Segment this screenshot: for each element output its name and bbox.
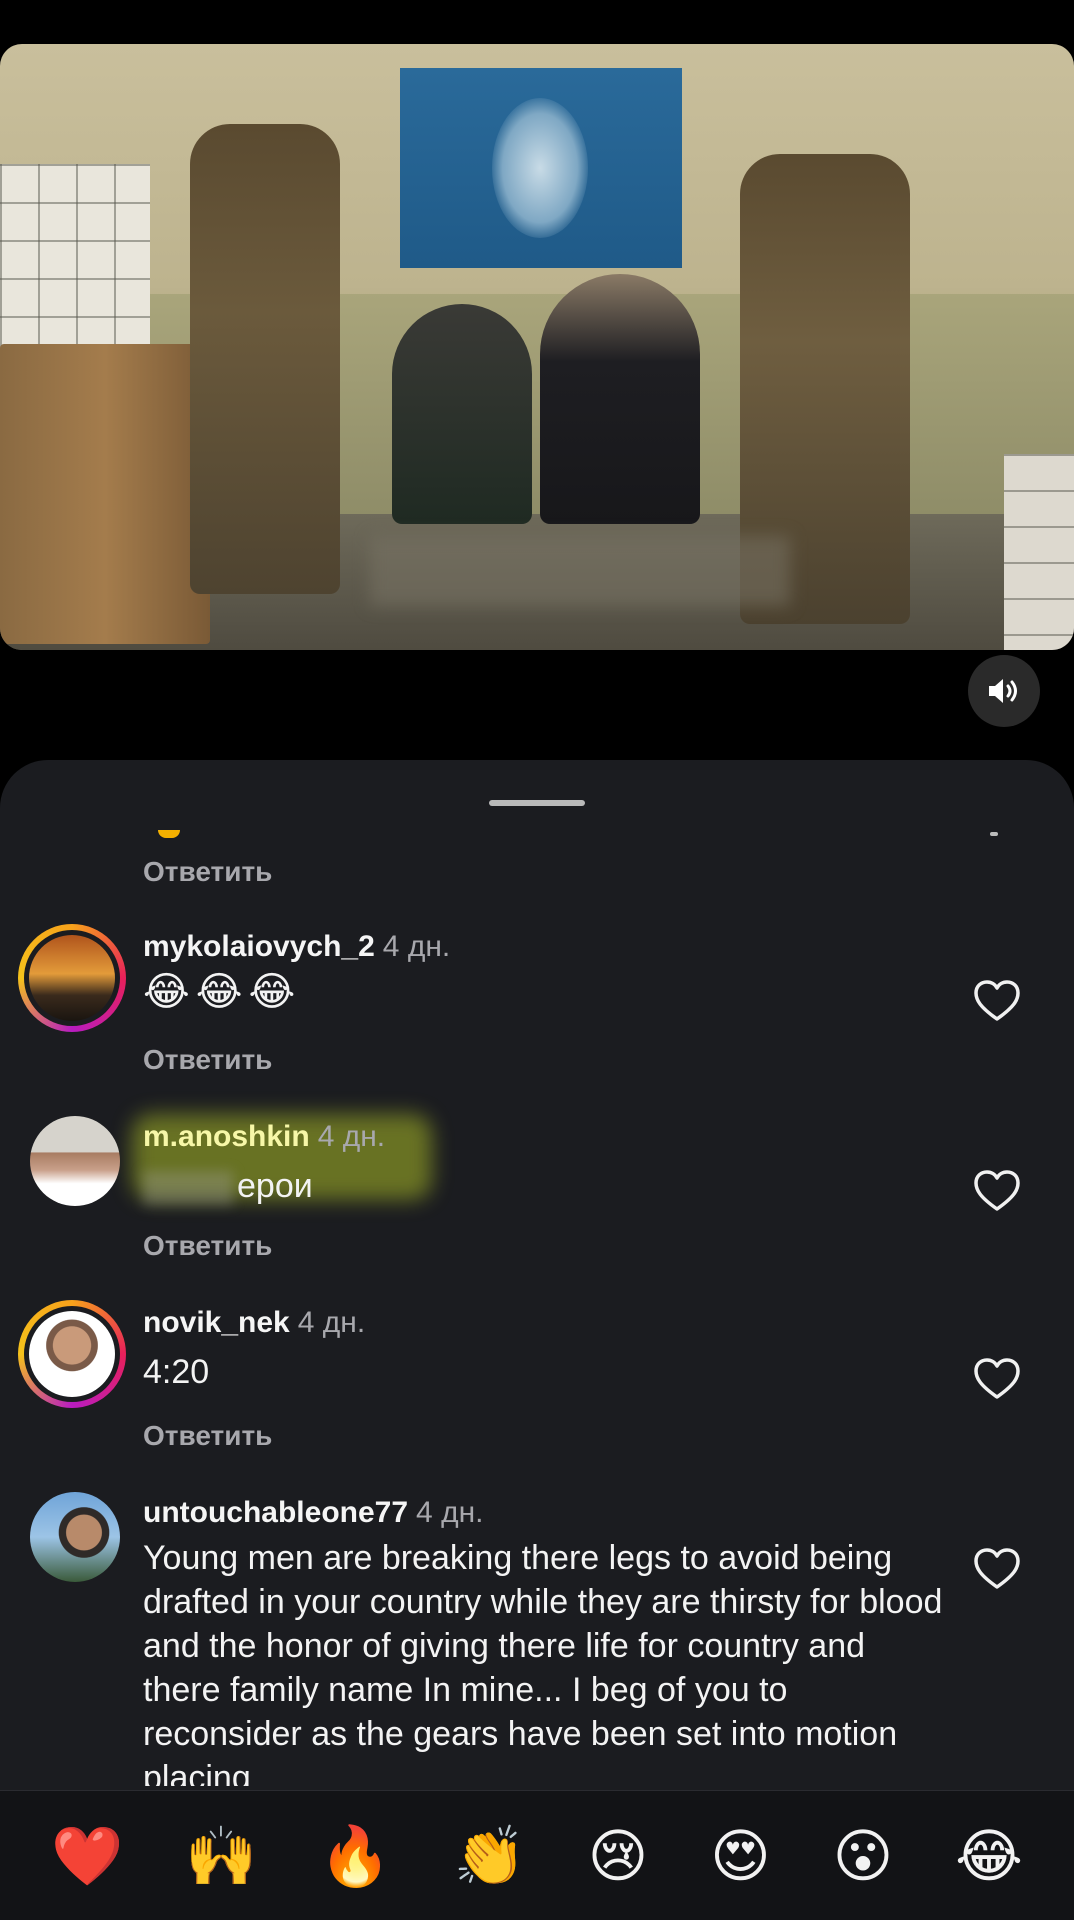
comment-time: 4 дн. (416, 1496, 484, 1529)
like-heart-icon[interactable] (970, 974, 1024, 1028)
video-frame-blur (370, 536, 790, 606)
clapping-emoji-icon[interactable]: 👏 (454, 1827, 526, 1885)
heart-emoji-icon[interactable]: ❤️ (51, 1827, 123, 1885)
video-frame-tiles-right (1004, 454, 1074, 650)
quick-reaction-bar: ❤️ 🙌 🔥 👏 😢 😍 😮 😂 (0, 1790, 1074, 1920)
comment-text: 4:20 (143, 1353, 210, 1391)
reply-button[interactable]: Ответить (143, 1230, 272, 1262)
fire-emoji-icon[interactable]: 🔥 (319, 1827, 391, 1885)
video-frame-person (540, 274, 700, 524)
speaker-icon (989, 679, 1017, 703)
avatar[interactable] (18, 1300, 126, 1408)
reply-button[interactable]: Ответить (143, 856, 272, 888)
previous-comment-remnant (990, 832, 998, 836)
comment-username[interactable]: novik_nek 4 дн. (143, 1306, 365, 1340)
like-heart-icon[interactable] (970, 1164, 1024, 1218)
sound-toggle-button[interactable] (968, 655, 1040, 727)
video-frame-cabinet (0, 344, 210, 644)
video-frame-flag (400, 68, 682, 268)
video-player[interactable] (0, 44, 1074, 650)
like-heart-icon[interactable] (970, 1352, 1024, 1406)
previous-comment-remnant (158, 830, 180, 838)
comment-text: 😂😂😂 (143, 969, 302, 1015)
comment-text: ерои (143, 1164, 313, 1208)
avatar[interactable] (30, 1116, 120, 1206)
comment-text: Young men are breaking there legs to avo… (143, 1539, 943, 1786)
raised-hands-emoji-icon[interactable]: 🙌 (185, 1827, 257, 1885)
avatar[interactable] (18, 924, 126, 1032)
surprised-emoji-icon[interactable]: 😮 (833, 1827, 893, 1885)
comment-username[interactable]: untouchableone77 4 дн. (143, 1496, 483, 1530)
video-frame-person (190, 124, 340, 594)
comment-time: 4 дн. (317, 1120, 386, 1153)
laughing-emoji-icon[interactable]: 😂 (955, 1827, 1023, 1885)
crying-emoji-icon[interactable]: 😢 (588, 1827, 648, 1885)
reply-button[interactable]: Ответить (143, 1420, 272, 1452)
sheet-grabber[interactable] (489, 800, 585, 806)
reply-button[interactable]: Ответить (143, 1044, 272, 1076)
avatar[interactable] (30, 1492, 120, 1582)
like-heart-icon[interactable] (970, 1542, 1024, 1596)
comment-username[interactable]: mykolaiovych_2 4 дн. (143, 930, 450, 964)
comment-time: 4 дн. (297, 1306, 366, 1339)
video-frame-person (392, 304, 532, 524)
heart-eyes-emoji-icon[interactable]: 😍 (710, 1827, 770, 1885)
comment-time: 4 дн. (382, 930, 451, 963)
comment-username[interactable]: m.anoshkin 4 дн. (143, 1120, 385, 1154)
